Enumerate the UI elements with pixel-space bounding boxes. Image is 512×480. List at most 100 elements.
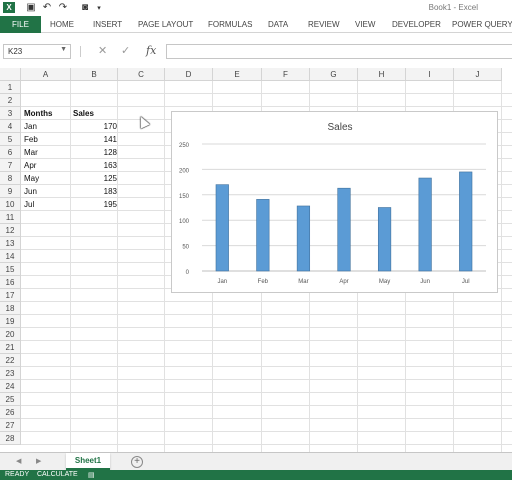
insert-function-icon[interactable]: fx xyxy=(146,44,156,57)
cell-month[interactable]: Apr xyxy=(24,159,68,172)
row-header-9[interactable]: 9 xyxy=(0,185,21,198)
gridline-horizontal xyxy=(21,444,512,445)
row-header-7[interactable]: 7 xyxy=(0,159,21,172)
chart-y-tick-label: 50 xyxy=(182,245,189,251)
customize-icon[interactable]: ▾ xyxy=(94,1,104,14)
camera-icon[interactable]: ◙ xyxy=(78,1,92,14)
row-header-5[interactable]: 5 xyxy=(0,133,21,146)
select-all-corner[interactable] xyxy=(0,68,21,81)
row-header-21[interactable]: 21 xyxy=(0,341,21,354)
excel-logo-icon: X xyxy=(3,2,15,13)
row-header-12[interactable]: 12 xyxy=(0,224,21,237)
column-header-e[interactable]: E xyxy=(213,68,262,81)
cell-sales[interactable]: 141 xyxy=(71,133,117,146)
sheet-next-icon[interactable]: ▶ xyxy=(36,457,41,465)
row-header-15[interactable]: 15 xyxy=(0,263,21,276)
tab-file[interactable]: FILE xyxy=(0,16,41,33)
tab-data[interactable]: DATA xyxy=(268,20,288,29)
add-sheet-icon[interactable]: + xyxy=(131,456,143,468)
row-header-10[interactable]: 10 xyxy=(0,198,21,211)
undo-icon[interactable]: ↶ xyxy=(40,1,54,14)
cell-sales[interactable]: 170 xyxy=(71,120,117,133)
status-bar: READY CALCULATE ▤ xyxy=(0,470,512,480)
gridline-horizontal xyxy=(21,340,512,341)
gridline-vertical xyxy=(117,81,118,452)
tab-home[interactable]: HOME xyxy=(50,20,74,29)
cell-sales[interactable]: 163 xyxy=(71,159,117,172)
chart-x-tick-label: Mar xyxy=(298,279,308,285)
chart-y-tick-label: 150 xyxy=(179,194,190,200)
tab-view[interactable]: VIEW xyxy=(355,20,375,29)
column-header-b[interactable]: B xyxy=(71,68,118,81)
tab-insert[interactable]: INSERT xyxy=(93,20,122,29)
chevron-down-icon[interactable]: ▼ xyxy=(60,46,67,53)
row-header-20[interactable]: 20 xyxy=(0,328,21,341)
cell-month[interactable]: Mar xyxy=(24,146,68,159)
cell-month[interactable]: Jan xyxy=(24,120,68,133)
cell-b3-header[interactable]: Sales xyxy=(73,107,117,120)
chart-y-tick-label: 0 xyxy=(186,270,190,276)
sheet-tab-sheet1[interactable]: Sheet1 xyxy=(66,453,110,470)
chart-y-tick-label: 100 xyxy=(179,219,190,225)
tab-page-layout[interactable]: PAGE LAYOUT xyxy=(138,20,193,29)
sheet-prev-icon[interactable]: ◀ xyxy=(16,457,21,465)
cell-sales[interactable]: 183 xyxy=(71,185,117,198)
row-header-1[interactable]: 1 xyxy=(0,81,21,94)
row-header-3[interactable]: 3 xyxy=(0,107,21,120)
tab-developer[interactable]: DEVELOPER xyxy=(392,20,441,29)
row-header-23[interactable]: 23 xyxy=(0,367,21,380)
row-header-16[interactable]: 16 xyxy=(0,276,21,289)
column-header-c[interactable]: C xyxy=(118,68,165,81)
column-header-d[interactable]: D xyxy=(165,68,213,81)
row-header-24[interactable]: 24 xyxy=(0,380,21,393)
cell-a3-header[interactable]: Months xyxy=(24,107,70,120)
enter-icon[interactable]: ✓ xyxy=(121,44,130,57)
formula-input[interactable] xyxy=(166,44,512,59)
row-header-6[interactable]: 6 xyxy=(0,146,21,159)
row-header-18[interactable]: 18 xyxy=(0,302,21,315)
row-header-4[interactable]: 4 xyxy=(0,120,21,133)
tab-power-query[interactable]: POWER QUERY xyxy=(452,20,512,29)
status-ready: READY xyxy=(5,471,30,478)
gridline-horizontal xyxy=(21,379,512,380)
sales-chart[interactable]: Sales 0 50 100 150 200 250 Jan Feb Mar Apr May Jun Ju… xyxy=(171,111,498,293)
cell-sales[interactable]: 128 xyxy=(71,146,117,159)
gridline-horizontal xyxy=(21,327,512,328)
tab-formulas[interactable]: FORMULAS xyxy=(208,20,252,29)
row-header-27[interactable]: 27 xyxy=(0,419,21,432)
row-header-17[interactable]: 17 xyxy=(0,289,21,302)
row-header-2[interactable]: 2 xyxy=(0,94,21,107)
row-header-13[interactable]: 13 xyxy=(0,237,21,250)
column-header-i[interactable]: I xyxy=(406,68,454,81)
cell-month[interactable]: Jun xyxy=(24,185,68,198)
macro-record-icon[interactable]: ▤ xyxy=(88,471,95,479)
row-header-28[interactable]: 28 xyxy=(0,432,21,445)
cell-month[interactable]: Jul xyxy=(24,198,68,211)
row-header-8[interactable]: 8 xyxy=(0,172,21,185)
column-header-g[interactable]: G xyxy=(310,68,358,81)
gridline-horizontal xyxy=(21,418,512,419)
formula-bar: K23 ▼ ✕ ✓ fx xyxy=(0,41,512,62)
row-header-11[interactable]: 11 xyxy=(0,211,21,224)
cell-sales[interactable]: 195 xyxy=(71,198,117,211)
row-header-19[interactable]: 19 xyxy=(0,315,21,328)
row-header-26[interactable]: 26 xyxy=(0,406,21,419)
cell-month[interactable]: Feb xyxy=(24,133,68,146)
row-header-25[interactable]: 25 xyxy=(0,393,21,406)
chart-canvas: Sales 0 50 100 150 200 250 Jan Feb Mar Apr May Jun Ju… xyxy=(179,122,486,285)
cell-month[interactable]: May xyxy=(24,172,68,185)
column-header-f[interactable]: F xyxy=(262,68,310,81)
column-header-j[interactable]: J xyxy=(454,68,502,81)
redo-icon[interactable]: ↷ xyxy=(56,1,70,14)
tab-review[interactable]: REVIEW xyxy=(308,20,340,29)
cell-sales[interactable]: 125 xyxy=(71,172,117,185)
row-header-14[interactable]: 14 xyxy=(0,250,21,263)
column-header-a[interactable]: A xyxy=(21,68,71,81)
column-header-h[interactable]: H xyxy=(358,68,406,81)
name-box[interactable]: K23 ▼ xyxy=(3,44,71,59)
chart-x-tick-label: Apr xyxy=(339,279,348,285)
row-header-22[interactable]: 22 xyxy=(0,354,21,367)
chart-bar xyxy=(459,171,473,272)
cancel-icon[interactable]: ✕ xyxy=(98,44,107,57)
save-icon[interactable]: ▣ xyxy=(24,1,38,14)
